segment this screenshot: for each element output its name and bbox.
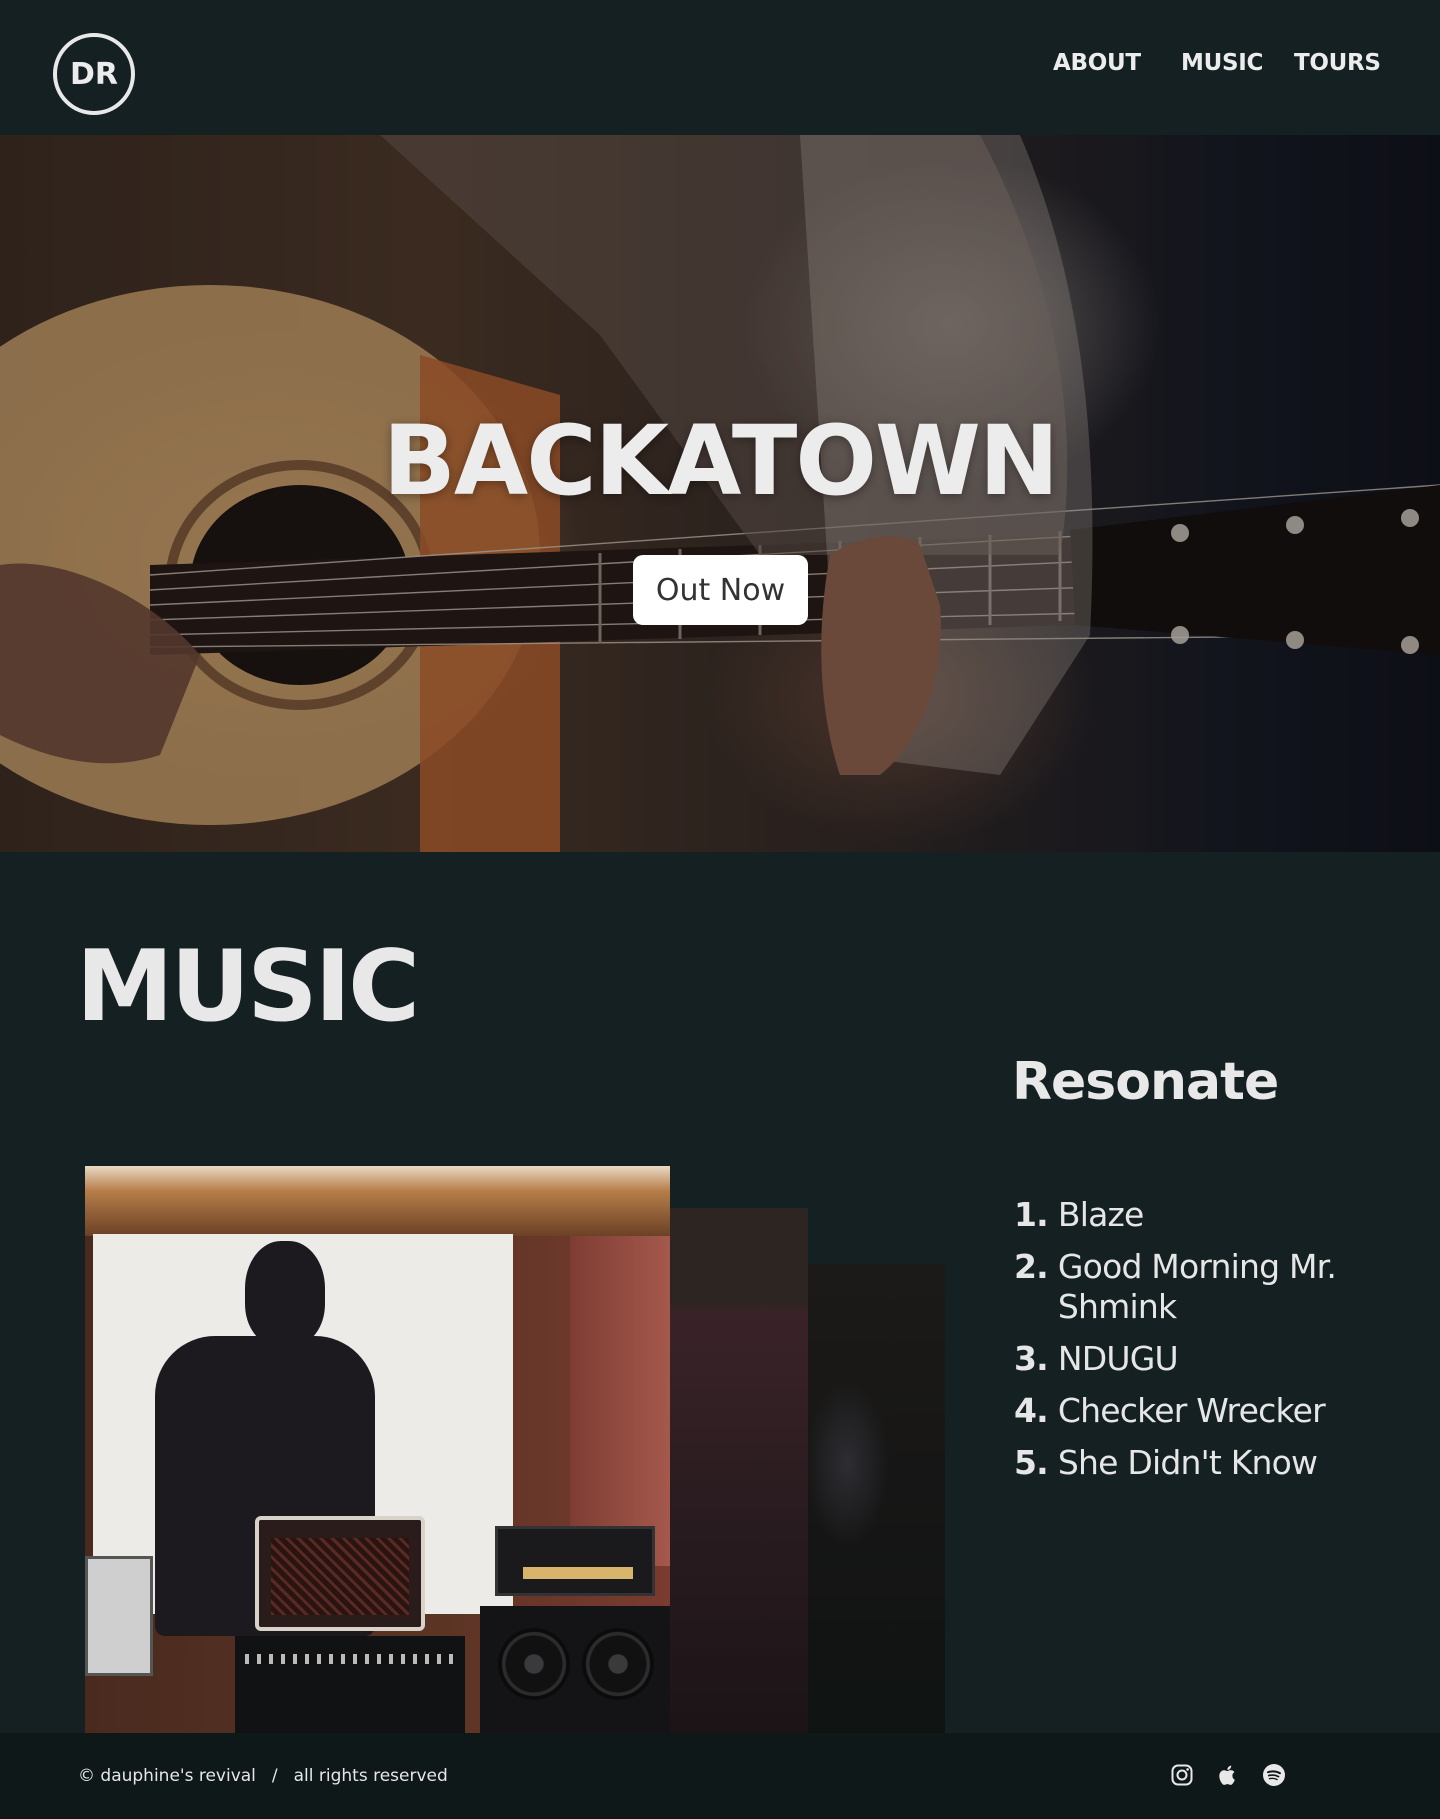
cover-ceiling: [85, 1166, 670, 1236]
music-section-title: MUSIC: [76, 930, 420, 1044]
cover-amp-center: [255, 1516, 425, 1631]
album-cover-back-1[interactable]: [670, 1208, 808, 1733]
out-now-button[interactable]: Out Now: [633, 555, 808, 625]
album-title: Resonate: [1012, 1052, 1279, 1112]
cover-acoustic-panel: [570, 1236, 670, 1566]
cover-silhouette-head: [245, 1241, 325, 1346]
cover-speaker: [498, 1628, 570, 1700]
hero-banner: BACKATOWN Out Now: [0, 135, 1440, 852]
apple-icon[interactable]: [1214, 1761, 1242, 1789]
track-item[interactable]: 4. Checker Wrecker: [1014, 1391, 1364, 1431]
site-footer: © dauphine's revival / all rights reserv…: [0, 1733, 1440, 1819]
spotify-icon[interactable]: [1260, 1761, 1288, 1789]
track-number: 3.: [1014, 1339, 1049, 1378]
cover-amp-knobs: [245, 1654, 455, 1664]
track-number: 2.: [1014, 1247, 1049, 1286]
instagram-icon[interactable]: [1168, 1761, 1196, 1789]
album-cover-stack[interactable]: [85, 1166, 945, 1733]
cover-speaker-cabinet: [480, 1606, 670, 1733]
track-name: Good Morning Mr. Shmink: [1057, 1247, 1337, 1326]
track-item[interactable]: 5. She Didn't Know: [1014, 1443, 1364, 1483]
album-cover-back-2[interactable]: [807, 1264, 945, 1733]
cover-amp-bottom: [235, 1636, 465, 1733]
album-cover-front[interactable]: [85, 1166, 670, 1733]
cover-amp-panel: [523, 1567, 633, 1579]
track-name: NDUGU: [1057, 1339, 1179, 1378]
track-number: 5.: [1014, 1443, 1049, 1482]
tracklist: 1. Blaze 2. Good Morning Mr. Shmink 3. N…: [1014, 1195, 1364, 1495]
site-header: DR ABOUT MUSIC TOURS: [0, 0, 1440, 135]
copyright-text: © dauphine's revival: [78, 1766, 256, 1786]
cover-amp-left: [85, 1556, 153, 1676]
rights-text: all rights reserved: [293, 1766, 448, 1786]
logo[interactable]: DR: [53, 33, 135, 115]
track-name: Blaze: [1057, 1195, 1144, 1234]
track-name: She Didn't Know: [1057, 1443, 1318, 1482]
nav-about[interactable]: ABOUT: [1053, 50, 1141, 76]
track-number: 4.: [1014, 1391, 1049, 1430]
copyright: © dauphine's revival / all rights reserv…: [78, 1766, 448, 1786]
track-item[interactable]: 1. Blaze: [1014, 1195, 1364, 1235]
track-name: Checker Wrecker: [1057, 1391, 1326, 1430]
track-number: 1.: [1014, 1195, 1049, 1234]
nav-music[interactable]: MUSIC: [1181, 50, 1263, 76]
hero-title: BACKATOWN: [382, 405, 1059, 517]
track-item[interactable]: 2. Good Morning Mr. Shmink: [1014, 1247, 1364, 1327]
track-item[interactable]: 3. NDUGU: [1014, 1339, 1364, 1379]
cover-speaker: [582, 1628, 654, 1700]
copyright-separator: /: [271, 1766, 278, 1786]
cover-amp-head: [495, 1526, 655, 1596]
nav-tours[interactable]: TOURS: [1294, 50, 1381, 76]
cover-amp-grille: [271, 1538, 409, 1615]
